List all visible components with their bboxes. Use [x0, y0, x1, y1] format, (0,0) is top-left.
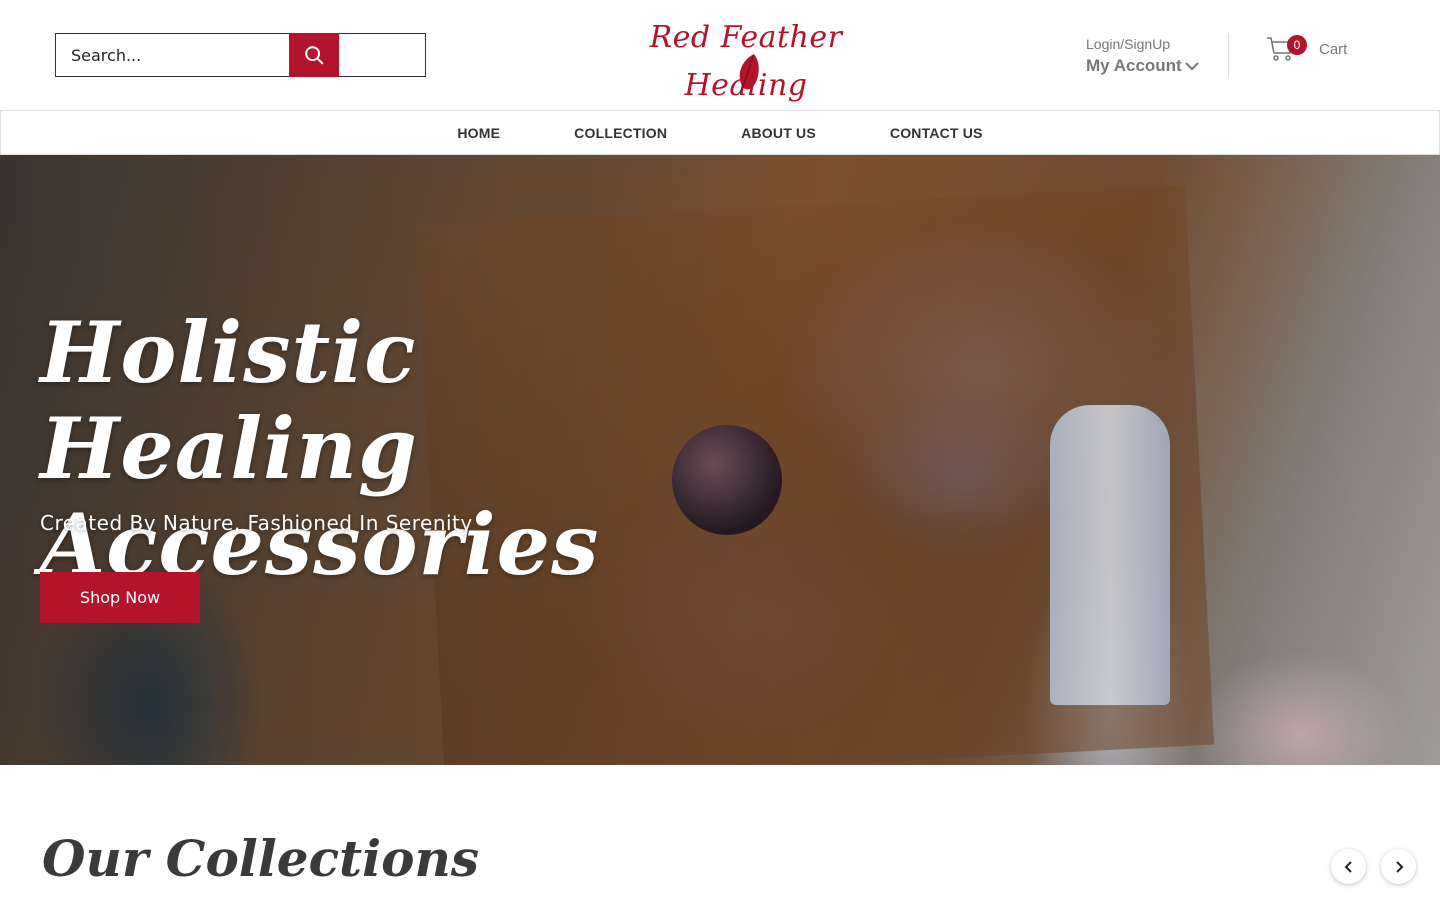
header-divider	[1228, 33, 1229, 77]
search-button[interactable]	[289, 33, 339, 77]
carousel-prev-button[interactable]	[1331, 849, 1366, 884]
collections-title: Our Collections	[42, 829, 479, 888]
search-form	[55, 33, 426, 77]
nav-item-about-us[interactable]: ABOUT US	[741, 125, 816, 141]
cart-link[interactable]: 0 Cart	[1266, 35, 1348, 62]
hero-title: Holistic Healing Accessories	[40, 305, 800, 593]
chevron-left-icon	[1344, 860, 1352, 873]
main-nav: HOME COLLECTION ABOUT US CONTACT US	[0, 110, 1440, 155]
cart-label: Cart	[1319, 40, 1348, 58]
search-icon	[305, 46, 324, 65]
hero-banner: Holistic Healing Accessories Created By …	[0, 155, 1440, 765]
my-account-dropdown[interactable]: My Account	[1086, 56, 1200, 76]
chevron-right-icon	[1395, 860, 1403, 873]
cart-count-badge: 0	[1287, 35, 1307, 55]
search-field-extension	[339, 34, 425, 76]
site-logo[interactable]: Red Feather Healing	[610, 14, 882, 103]
nav-item-collection[interactable]: COLLECTION	[574, 125, 667, 141]
search-input[interactable]	[56, 34, 289, 76]
hero-subtitle: Created By Nature, Fashioned In Serenity	[40, 511, 473, 535]
shop-now-button[interactable]: Shop Now	[40, 572, 200, 623]
site-header: Red Feather Healing Login/SignUp My Acco…	[0, 0, 1440, 110]
nav-item-home[interactable]: HOME	[457, 125, 500, 141]
account-area: Login/SignUp My Account	[1086, 34, 1200, 76]
login-signup-link[interactable]: Login/SignUp	[1086, 34, 1200, 54]
hero-title-line-1: Holistic Healing	[40, 303, 418, 498]
chevron-down-icon	[1185, 62, 1199, 71]
carousel-next-button[interactable]	[1381, 849, 1416, 884]
my-account-label: My Account	[1086, 56, 1182, 75]
feather-icon	[739, 54, 759, 94]
nav-item-contact-us[interactable]: CONTACT US	[890, 125, 983, 141]
